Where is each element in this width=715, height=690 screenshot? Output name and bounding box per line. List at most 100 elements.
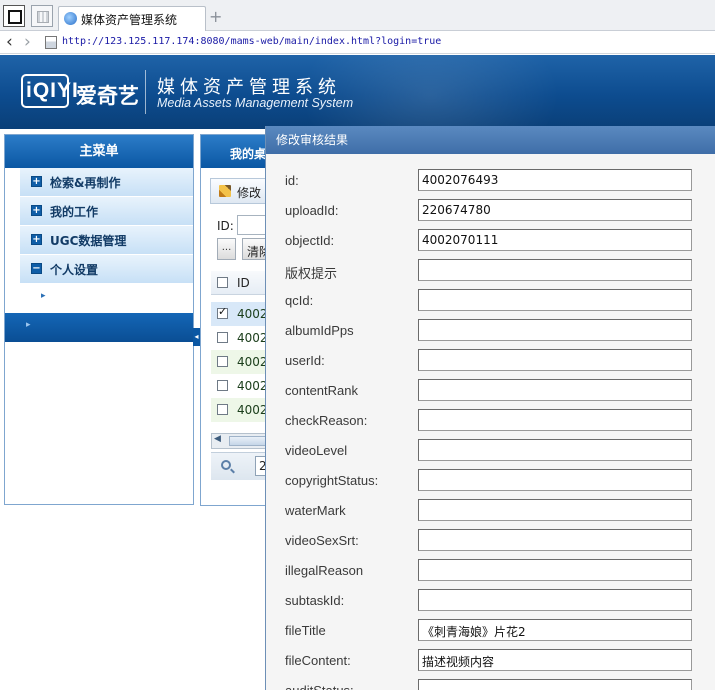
form-row: albumIdPps (266, 316, 715, 346)
table-row[interactable]: 4002 (211, 350, 269, 374)
row-checkbox[interactable] (217, 305, 228, 319)
form-row: auditStatus: (266, 676, 715, 690)
row-id: 4002 (237, 403, 268, 417)
address-bar: ‹ › http://123.125.117.174:8080/mams-web… (0, 32, 715, 54)
form-row: illegalReason (266, 556, 715, 586)
form-row: fileContent: 描述视频内容 (266, 646, 715, 676)
field-label: videoSexSrt: (285, 533, 359, 548)
field-input[interactable] (418, 559, 692, 581)
scroll-left-icon[interactable]: ◀ (214, 434, 221, 444)
ie-favicon-icon (64, 12, 77, 25)
field-input[interactable] (418, 289, 692, 311)
field-label: fileTitle (285, 623, 326, 638)
field-input[interactable] (418, 499, 692, 521)
field-input[interactable] (418, 259, 692, 281)
field-input[interactable]: 4002076493 (418, 169, 692, 191)
expand-plus-icon: + (31, 205, 42, 216)
tab-title: 媒体资产管理系统 (81, 13, 178, 27)
field-label: 版权提示 (285, 266, 338, 281)
field-input[interactable] (418, 589, 692, 611)
sidebar-item-label: 个人设置 (50, 263, 99, 277)
select-all-checkbox[interactable] (217, 277, 228, 288)
expand-plus-icon: + (31, 234, 42, 245)
sidebar-subitem-selected[interactable]: ▸ (5, 313, 193, 342)
dialog-title: 修改审核结果 (266, 126, 715, 154)
row-checkbox[interactable] (217, 356, 228, 367)
panel-collapse-handle[interactable]: ◂ (193, 328, 200, 346)
back-arrow-icon[interactable]: ‹ (6, 32, 13, 52)
row-checkbox[interactable] (217, 380, 228, 391)
field-label: auditStatus: (285, 683, 354, 690)
field-label: waterMark (285, 503, 346, 518)
sidebar-toggle-button[interactable] (3, 5, 25, 27)
browser-tab[interactable]: 媒体资产管理系统 (58, 6, 206, 31)
field-label: checkReason: (285, 413, 368, 428)
page-icon (45, 36, 57, 49)
field-label: illegalReason (285, 563, 364, 578)
grid-header-id[interactable]: ID (237, 276, 250, 290)
url-field[interactable]: http://123.125.117.174:8080/mams-web/mai… (62, 36, 441, 47)
field-input[interactable]: 《刺青海娘》片花2 (418, 619, 692, 641)
table-row[interactable]: 4002 (211, 302, 269, 326)
form-row: checkReason: (266, 406, 715, 436)
collapse-minus-icon: − (31, 263, 42, 274)
form-row: copyrightStatus: (266, 466, 715, 496)
search-icon[interactable] (221, 460, 231, 470)
horizontal-scrollbar[interactable]: ◀ (211, 433, 269, 449)
row-checkbox[interactable] (217, 332, 228, 343)
form-row: uploadId: 220674780 (266, 196, 715, 226)
field-input[interactable] (418, 409, 692, 431)
field-input[interactable] (418, 439, 692, 461)
edit-audit-dialog: 修改审核结果 id: 4002076493 uploadId: 220674780 ob… (265, 126, 715, 690)
form-row: id: 4002076493 (266, 166, 715, 196)
sub-arrow-icon: ▸ (26, 320, 31, 330)
table-row[interactable]: 4002 (211, 398, 269, 422)
field-label: uploadId: (285, 203, 339, 218)
table-row[interactable]: 4002 (211, 374, 269, 398)
forward-arrow-icon[interactable]: › (24, 32, 31, 52)
field-label: fileContent: (285, 653, 351, 668)
row-id: 4002 (237, 355, 268, 369)
field-input[interactable] (418, 319, 692, 341)
new-tab-button[interactable]: + (209, 7, 222, 26)
sidebar-item-label: UGC数据管理 (50, 234, 127, 248)
field-input[interactable]: 描述视频内容 (418, 649, 692, 671)
sidebar-item-personal-settings[interactable]: − 个人设置 (20, 255, 193, 284)
form-row: 版权提示 (266, 256, 715, 286)
row-checkbox[interactable] (217, 404, 228, 415)
table-row[interactable]: 4002 (211, 326, 269, 350)
row-id: 4002 (237, 331, 268, 345)
field-label: copyrightStatus: (285, 473, 379, 488)
field-input[interactable] (418, 679, 692, 690)
center-title: 我的桌 (201, 135, 269, 168)
logo-cn: 爱奇艺 (76, 84, 139, 108)
field-input[interactable]: 220674780 (418, 199, 692, 221)
field-label: id: (285, 173, 299, 188)
system-title-en: Media Assets Management System (157, 96, 354, 110)
field-label: albumIdPps (285, 323, 354, 338)
field-input[interactable] (418, 529, 692, 551)
field-input[interactable]: 4002070111 (418, 229, 692, 251)
more-button[interactable]: ... (217, 238, 236, 260)
scroll-thumb[interactable] (229, 436, 269, 446)
sidebar-item-ugc[interactable]: + UGC数据管理 (20, 226, 193, 255)
main-menu-panel: 主菜单 + 检索&再制作 + 我的工作 + UGC数据管理 − 个人设置 ▸ ▸ (4, 134, 194, 505)
sub-arrow-icon: ▸ (41, 291, 46, 301)
sidebar-item-search[interactable]: + 检索&再制作 (20, 168, 193, 197)
my-desk-panel: 我的桌 修改 ID: ... 清除 ID 4002 4002 4002 4002… (200, 134, 270, 506)
field-label: subtaskId: (285, 593, 345, 608)
field-label: objectId: (285, 233, 335, 248)
field-input[interactable] (418, 379, 692, 401)
field-input[interactable] (418, 349, 692, 371)
sidebar-item-label: 检索&再制作 (50, 176, 121, 190)
tab-overview-button[interactable] (31, 5, 53, 27)
field-label: userId: (285, 353, 325, 368)
field-label: contentRank (285, 383, 358, 398)
form-row: qcId: (266, 286, 715, 316)
sidebar-subitem[interactable]: ▸ (20, 284, 193, 313)
field-input[interactable] (418, 469, 692, 491)
edit-button[interactable]: 修改 (210, 178, 269, 204)
pencil-icon (219, 185, 231, 197)
field-label: videoLevel (285, 443, 348, 458)
sidebar-item-my-work[interactable]: + 我的工作 (20, 197, 193, 226)
